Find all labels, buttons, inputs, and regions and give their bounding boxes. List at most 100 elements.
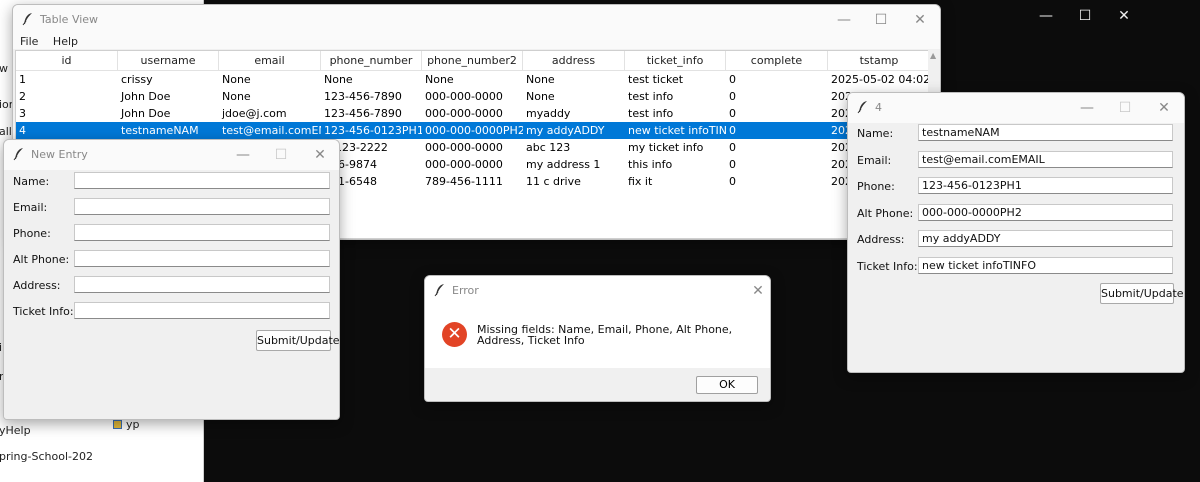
column-header[interactable]: tstamp (828, 51, 931, 70)
close-icon[interactable]: ✕ (745, 281, 770, 301)
field-label: Ticket Info: (13, 305, 74, 318)
python-file-icon (113, 420, 122, 429)
table-row[interactable]: 3 John Doe jdoe@j.com 123-456-7890 000-000-0… (16, 105, 929, 122)
table-cell: 789-456-1111 (425, 175, 503, 188)
maximize-icon: ☐ (1118, 100, 1132, 116)
table-cell: 123-456-7890 (324, 90, 402, 103)
form-row: Alt Phone: (4, 250, 339, 270)
field-label: Address: (857, 233, 905, 246)
table-cell: 0 (729, 124, 736, 137)
explorer-fragment: i (0, 341, 3, 354)
table-cell: jdoe@j.com (222, 107, 287, 120)
table-cell: 000-000-0000PH2 (425, 124, 523, 137)
table-cell: fix it (628, 175, 653, 188)
alt-phone-field[interactable] (74, 250, 330, 267)
form-row: Address: my addyADDY (848, 230, 1184, 250)
table-cell: None (222, 90, 251, 103)
minimize-icon[interactable]: — (831, 10, 857, 30)
table-row[interactable]: 1 crissy None None None None test ticket 0 2025-… (16, 71, 931, 88)
detail-titlebar[interactable]: 4 — ☐ ✕ (848, 93, 1184, 123)
table-cell: None (526, 73, 555, 86)
table-cell: testnameNAM (121, 124, 199, 137)
table-cell: 000-000-0000 (425, 158, 503, 171)
phone-field[interactable] (74, 224, 330, 241)
field-label: Email: (13, 201, 48, 214)
form-row: Email: (4, 198, 339, 218)
menu-file[interactable]: File (20, 35, 38, 48)
close-icon[interactable]: ✕ (1112, 6, 1136, 26)
menu-help[interactable]: Help (53, 35, 78, 48)
submit-update-button[interactable]: Submit/Update (1100, 283, 1184, 304)
column-header[interactable]: ticket_info (625, 51, 726, 70)
window-title: Table View (40, 13, 99, 26)
minimize-icon[interactable]: — (230, 145, 256, 165)
window-title: 4 (875, 101, 882, 114)
column-header[interactable]: phone_number (321, 51, 422, 70)
form-row: Address: (4, 276, 339, 296)
close-icon[interactable]: ✕ (1151, 98, 1177, 118)
scroll-up-icon[interactable]: ▲ (930, 51, 936, 60)
email-field[interactable]: test@email.comEMAIL (918, 150, 1173, 168)
name-field[interactable]: testnameNAM (918, 124, 1173, 141)
email-field[interactable] (74, 198, 330, 215)
alt-phone-field[interactable]: 000-000-0000PH2 (918, 203, 1173, 221)
table-cell: 2025-05-02 04:02:22 (831, 73, 931, 86)
column-header[interactable]: address (523, 51, 625, 70)
address-field[interactable] (74, 276, 330, 293)
table-cell: my ticket info (628, 141, 704, 154)
table-cell: this info (628, 158, 673, 171)
table-cell: 2 (19, 90, 26, 103)
new-entry-titlebar[interactable]: New Entry — ☐ ✕ (4, 140, 339, 170)
table-cell: 0 (729, 158, 736, 171)
table-cell: 0 (729, 141, 736, 154)
feather-icon (13, 148, 23, 161)
name-field[interactable] (74, 172, 330, 189)
table-header: id username email phone_number phone_number2… (16, 51, 931, 71)
error-titlebar[interactable]: Error ✕ (425, 276, 770, 306)
field-label: Address: (13, 279, 61, 292)
table-cell: John Doe (121, 90, 171, 103)
ticket-info-field[interactable] (74, 302, 330, 319)
ticket-info-field[interactable]: new ticket infoTINFO (918, 256, 1173, 274)
table-cell: test ticket (628, 73, 684, 86)
column-header[interactable]: complete (726, 51, 828, 70)
table-cell: myaddy (526, 107, 571, 120)
column-header[interactable]: email (219, 51, 321, 70)
ok-button[interactable]: OK (696, 376, 758, 394)
minimize-icon[interactable]: — (1074, 98, 1100, 118)
explorer-item-spring-school[interactable]: pring-School-202 (0, 450, 93, 463)
table-cell: 000-000-0000 (425, 141, 503, 154)
table-cell: None (324, 73, 353, 86)
address-field[interactable]: my addyADDY (918, 230, 1173, 247)
error-message: Missing fields: Name, Email, Phone, Alt … (477, 323, 733, 347)
error-footer: OK (425, 368, 770, 401)
column-header[interactable]: phone_number2 (422, 51, 523, 70)
table-row[interactable]: 4 testnameNAM test@email.comEMA123-456-012… (16, 122, 929, 139)
maximize-icon[interactable]: ☐ (1073, 6, 1097, 26)
feather-icon (857, 101, 867, 114)
table-cell: 11 c drive (526, 175, 581, 188)
table-view-titlebar[interactable]: Table View — ☐ ✕ (13, 5, 940, 35)
table-cell: 000-000-0000 (425, 107, 503, 120)
detail-form: Name: testnameNAM Email: test@email.comEMAI… (848, 123, 1184, 372)
close-icon[interactable]: ✕ (307, 145, 333, 165)
submit-update-button[interactable]: Submit/Update (256, 330, 339, 351)
column-header[interactable]: id (16, 51, 118, 70)
field-label: Name: (13, 175, 50, 188)
background-window-caption: — ☐ ✕ (940, 0, 1200, 32)
minimize-icon[interactable]: — (1034, 6, 1058, 26)
feather-icon (434, 284, 444, 297)
form-row: Name: (4, 172, 339, 192)
field-label: Email: (857, 153, 892, 167)
explorer-item-yhelp[interactable]: yHelp (0, 424, 31, 437)
table-cell: 0 (729, 107, 736, 120)
table-cell: 123-456-0123PH1 (324, 124, 422, 137)
table-row[interactable]: 2 John Doe None 123-456-7890 000-000-0000 Non… (16, 88, 931, 105)
table-cell: 000-000-0000 (425, 90, 503, 103)
phone-field[interactable]: 123-456-0123PH1 (918, 177, 1173, 194)
column-header[interactable]: username (118, 51, 219, 70)
table-cell: 123-456-7890 (324, 107, 402, 120)
close-icon[interactable]: ✕ (907, 10, 933, 30)
maximize-icon[interactable]: ☐ (868, 10, 894, 30)
error-icon: ✕ (442, 322, 467, 347)
